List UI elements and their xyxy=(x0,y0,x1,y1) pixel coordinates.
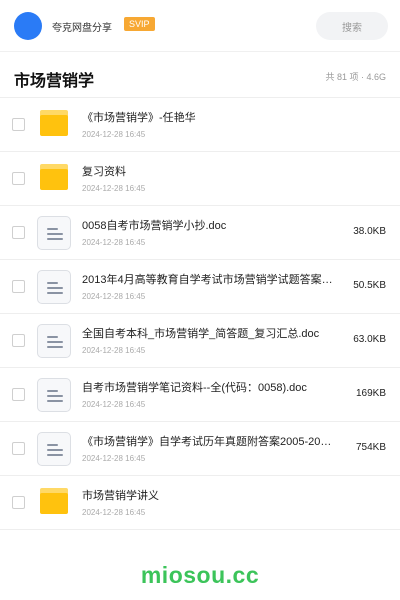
item-checkbox[interactable] xyxy=(12,118,25,131)
item-checkbox[interactable] xyxy=(12,334,25,347)
item-size: 754KB xyxy=(355,442,386,453)
list-item[interactable]: 全国自考本科_市场营销学_简答题_复习汇总.doc 2024-12-28 16:… xyxy=(0,314,400,368)
list-item[interactable]: 0058自考市场营销学小抄.doc 2024-12-28 16:45 38.0K… xyxy=(0,206,400,260)
page-title: 市场营销学 xyxy=(14,73,95,90)
item-checkbox[interactable] xyxy=(12,496,25,509)
item-summary: 共 81 项 · 4.6G xyxy=(325,72,386,82)
list-item[interactable]: 自考市场营销学笔记资料--全(代码：0058).doc 2024-12-28 1… xyxy=(0,368,400,422)
list-item[interactable]: 复习资料 2024-12-28 16:45 xyxy=(0,152,400,206)
item-date: 2024-12-28 16:45 xyxy=(82,346,146,355)
list-item[interactable]: 市场营销学讲义 2024-12-28 16:45 xyxy=(0,476,400,530)
folder-icon xyxy=(40,164,68,190)
list-item[interactable]: 2013年4月高等教育自学考试市场营销学试题答案.doc 2024-12-28 … xyxy=(0,260,400,314)
item-name: 复习资料 xyxy=(82,166,126,178)
item-checkbox[interactable] xyxy=(12,172,25,185)
item-checkbox[interactable] xyxy=(12,226,25,239)
title-bar: 市场营销学 共 81 项 · 4.6G xyxy=(0,52,400,98)
item-checkbox[interactable] xyxy=(12,388,25,401)
svip-badge[interactable]: SVIP xyxy=(124,17,155,31)
avatar-logo[interactable] xyxy=(14,12,42,40)
item-size: 50.5KB xyxy=(353,280,386,291)
item-date: 2024-12-28 16:45 xyxy=(82,400,146,409)
item-size: 63.0KB xyxy=(353,334,386,345)
list-item[interactable]: 《市场营销学》-任艳华 2024-12-28 16:45 xyxy=(0,98,400,152)
document-icon xyxy=(37,216,71,250)
item-size: 38.0KB xyxy=(353,226,386,237)
item-name: 0058自考市场营销学小抄.doc xyxy=(82,220,227,232)
item-name: 全国自考本科_市场营销学_简答题_复习汇总.doc xyxy=(82,328,320,340)
item-date: 2024-12-28 16:45 xyxy=(82,184,146,193)
item-name: 《市场营销学》-任艳华 xyxy=(82,112,196,124)
item-checkbox[interactable] xyxy=(12,280,25,293)
item-name: 2013年4月高等教育自学考试市场营销学试题答案.doc xyxy=(82,274,334,286)
document-icon xyxy=(37,270,71,304)
item-size: 169KB xyxy=(355,388,386,399)
file-list: 《市场营销学》-任艳华 2024-12-28 16:45 复习资料 2024-1… xyxy=(0,98,400,530)
item-name: 市场营销学讲义 xyxy=(82,490,159,502)
item-date: 2024-12-28 16:45 xyxy=(82,508,146,517)
list-item[interactable]: 《市场营销学》自学考试历年真题附答案2005-2012.doc 2024-12-… xyxy=(0,422,400,476)
document-icon xyxy=(37,378,71,412)
item-date: 2024-12-28 16:45 xyxy=(82,454,146,463)
document-icon xyxy=(37,324,71,358)
item-date: 2024-12-28 16:45 xyxy=(82,238,146,247)
item-date: 2024-12-28 16:45 xyxy=(82,292,146,301)
item-name: 自考市场营销学笔记资料--全(代码：0058).doc xyxy=(82,382,307,394)
folder-icon xyxy=(40,110,68,136)
app-header: 夸克网盘分享 SVIP 搜索 xyxy=(0,0,400,52)
item-name: 《市场营销学》自学考试历年真题附答案2005-2012.doc xyxy=(82,436,334,448)
app-name: 夸克网盘分享 xyxy=(52,23,112,34)
item-checkbox[interactable] xyxy=(12,442,25,455)
document-icon xyxy=(37,432,71,466)
site-watermark: miosou.cc xyxy=(140,562,260,588)
folder-icon xyxy=(40,488,68,514)
search-input[interactable]: 搜索 xyxy=(316,12,388,40)
item-date: 2024-12-28 16:45 xyxy=(82,130,146,139)
